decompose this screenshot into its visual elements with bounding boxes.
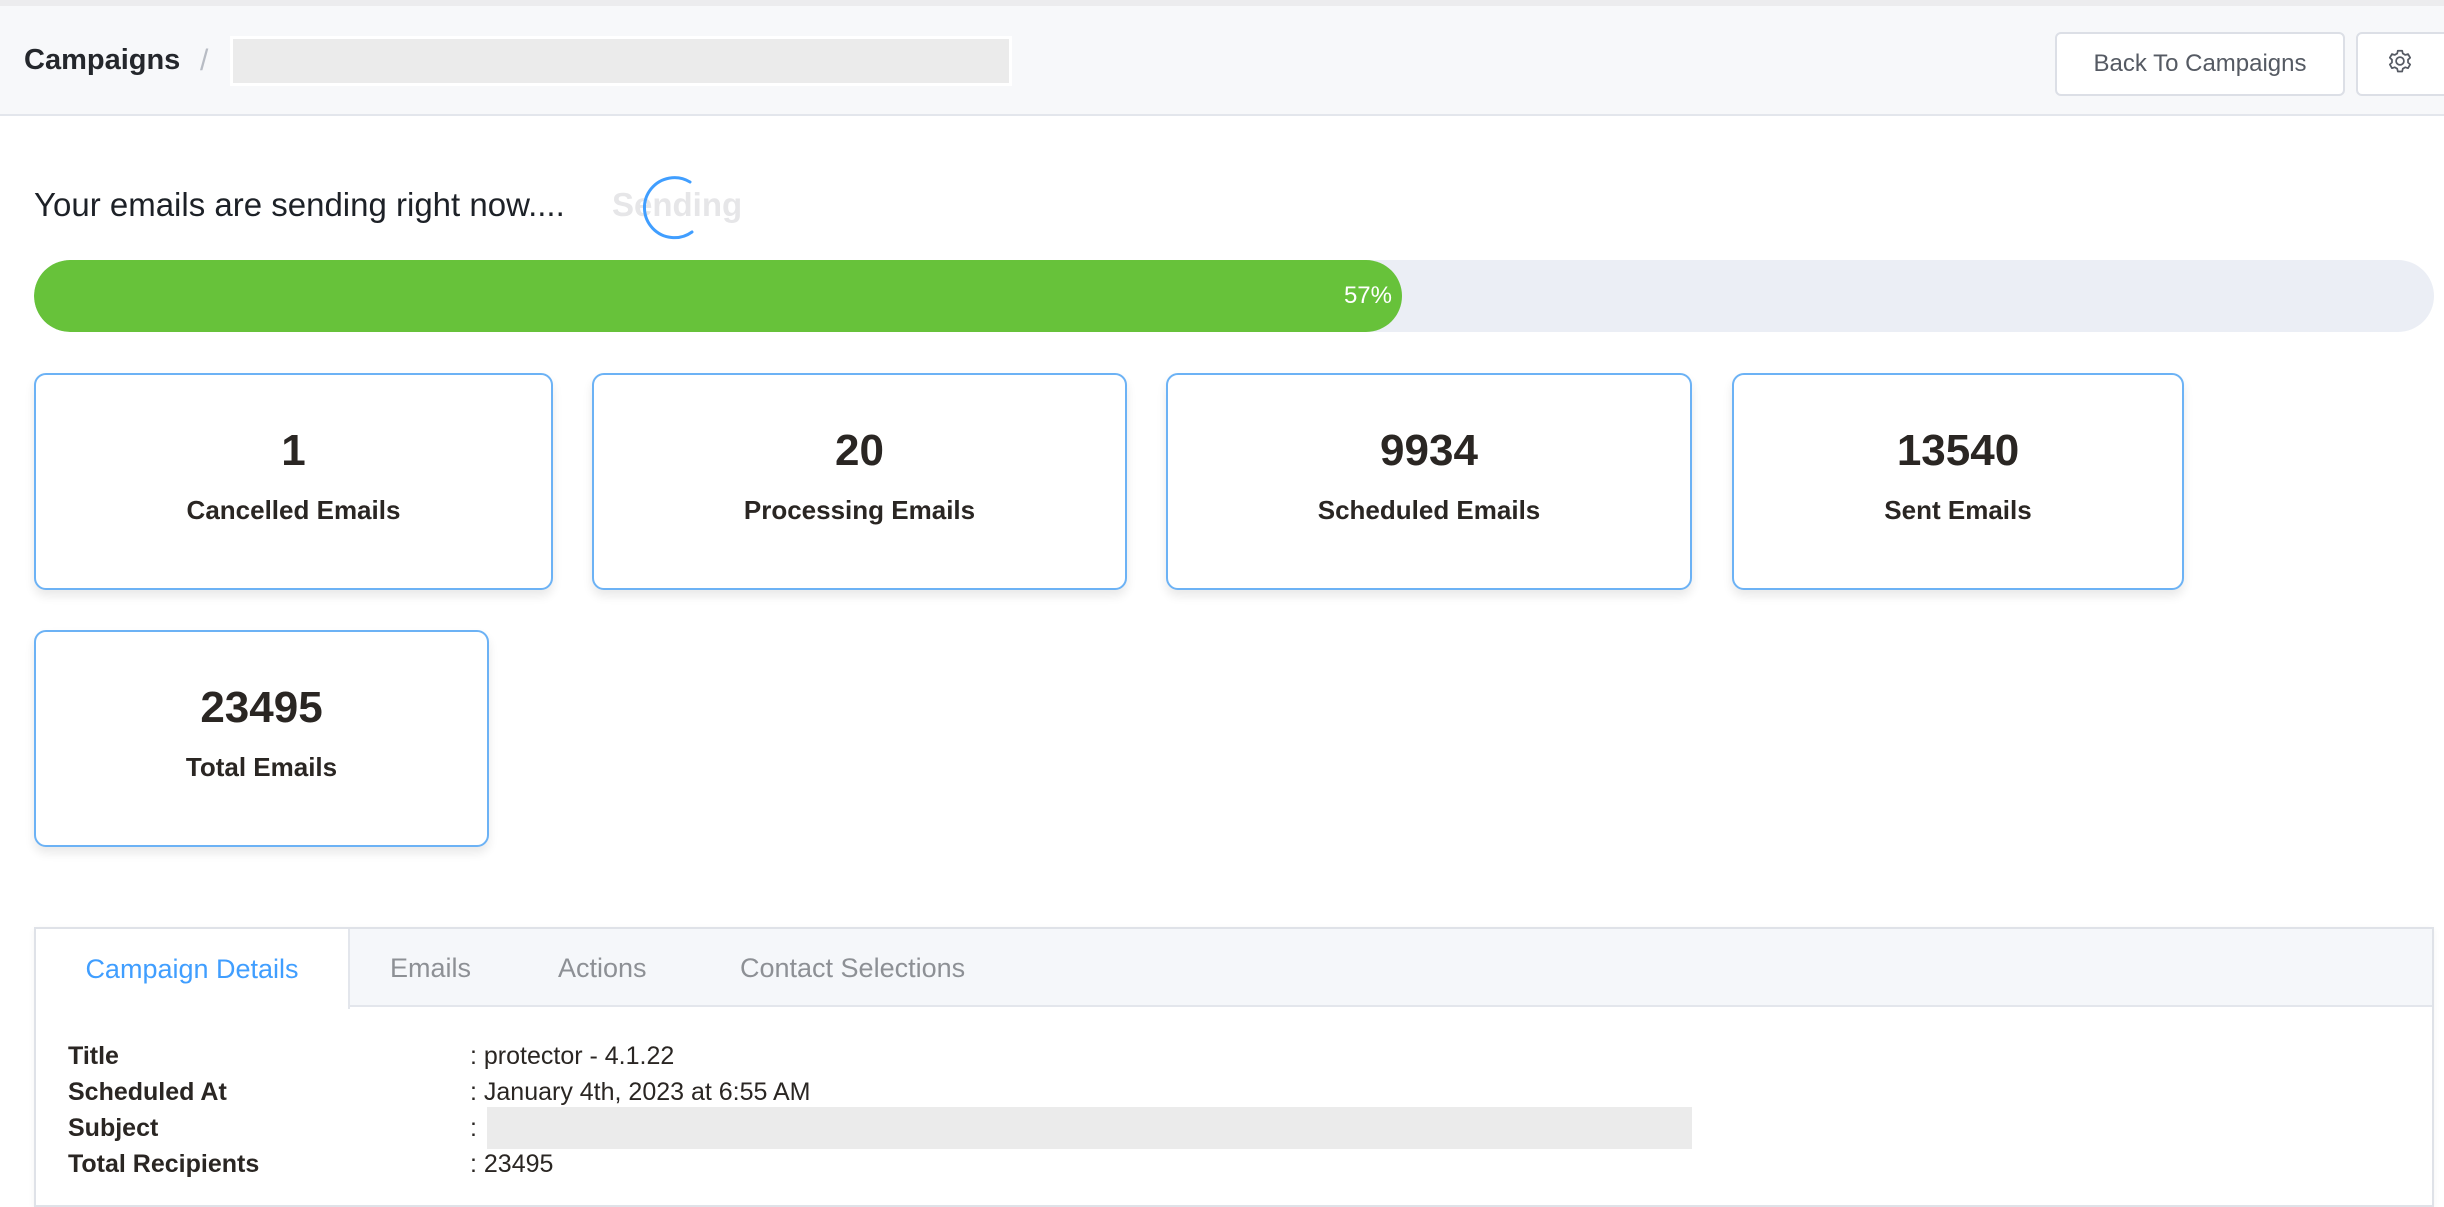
progress-bar-fill: 57% — [34, 260, 1402, 332]
settings-button[interactable] — [2356, 32, 2444, 96]
stat-card-processing: 20 Processing Emails — [592, 373, 1127, 590]
tab-actions[interactable]: Actions — [558, 929, 647, 1007]
sending-status-heading: Your emails are sending right now.... — [34, 186, 565, 223]
stat-card-sent: 13540 Sent Emails — [1732, 373, 2184, 590]
detail-label: Subject — [68, 1113, 159, 1142]
page-header: Campaigns / Back To Campaigns — [0, 6, 2444, 116]
detail-row-scheduled-at: Scheduled At : January 4th, 2023 at 6:55… — [68, 1074, 811, 1110]
detail-value: : — [470, 1113, 477, 1142]
stat-label: Scheduled Emails — [1317, 495, 1541, 525]
detail-row-total-recipients: Total Recipients : 23495 — [68, 1146, 553, 1182]
breadcrumb-current-redacted — [230, 36, 1012, 86]
tab-emails[interactable]: Emails — [390, 929, 471, 1007]
stat-card-cancelled: 1 Cancelled Emails — [34, 373, 553, 590]
detail-label: Scheduled At — [68, 1077, 227, 1106]
tab-contact-selections[interactable]: Contact Selections — [740, 929, 965, 1007]
subject-redacted — [486, 1107, 1692, 1149]
stat-value: 13540 — [1896, 426, 2020, 475]
stat-value: 1 — [281, 426, 306, 475]
back-to-campaigns-button[interactable]: Back To Campaigns — [2055, 32, 2345, 96]
detail-label: Title — [68, 1041, 119, 1070]
stat-value: 20 — [835, 426, 884, 475]
campaign-tabs-panel: Campaign Details Emails Actions Contact … — [34, 927, 2434, 1207]
detail-value: : protector - 4.1.22 — [470, 1041, 675, 1070]
stat-label: Sent Emails — [1884, 495, 2032, 525]
stat-label: Total Emails — [185, 752, 338, 782]
loading-spinner-icon — [640, 172, 712, 244]
stat-label: Processing Emails — [743, 495, 976, 525]
tab-campaign-details[interactable]: Campaign Details — [36, 929, 350, 1009]
progress-percent-label: 57% — [1343, 282, 1392, 309]
stat-label: Cancelled Emails — [186, 495, 401, 525]
back-to-campaigns-label: Back To Campaigns — [2093, 50, 2307, 77]
stat-value: 23495 — [200, 683, 323, 732]
stat-value: 9934 — [1380, 426, 1478, 475]
detail-label: Total Recipients — [68, 1149, 260, 1178]
detail-row-title: Title : protector - 4.1.22 — [68, 1038, 674, 1074]
tab-strip: Campaign Details Emails Actions Contact … — [36, 929, 2432, 1009]
detail-value: : 23495 — [470, 1149, 554, 1178]
detail-row-subject: Subject : — [68, 1107, 1692, 1149]
breadcrumb-separator: / — [200, 44, 209, 77]
detail-value: : January 4th, 2023 at 6:55 AM — [470, 1077, 811, 1106]
stat-card-total: 23495 Total Emails — [34, 630, 489, 847]
breadcrumb-campaigns-link[interactable]: Campaigns — [24, 44, 180, 77]
sending-progress-bar: 57% — [34, 260, 2434, 332]
gear-icon — [2388, 48, 2413, 81]
stat-card-scheduled: 9934 Scheduled Emails — [1166, 373, 1692, 590]
